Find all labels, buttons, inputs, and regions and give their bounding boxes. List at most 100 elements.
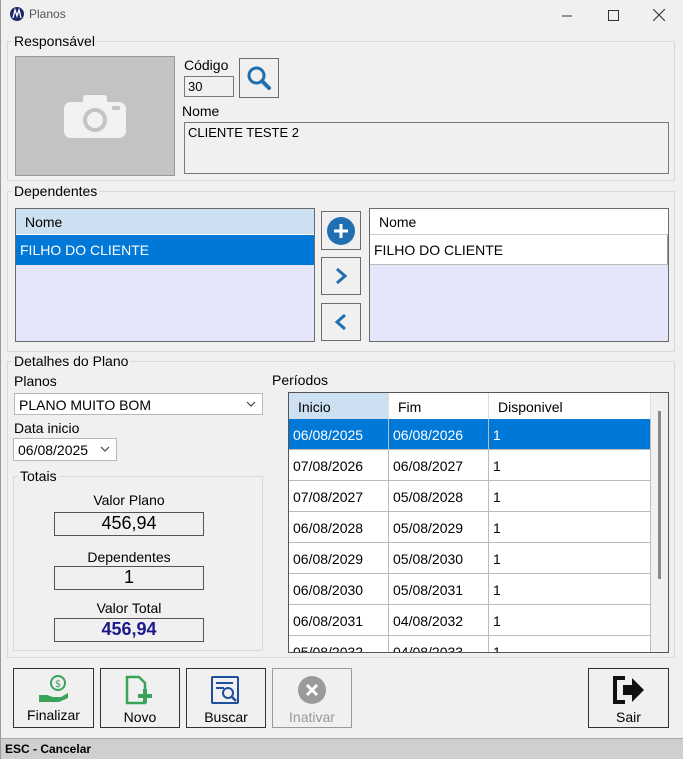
move-left-button[interactable] (321, 303, 361, 341)
list-item[interactable]: FILHO DO CLIENTE (370, 235, 668, 265)
column-header-disponivel[interactable]: Disponivel (489, 393, 651, 419)
valor-plano-label: Valor Plano (93, 492, 165, 508)
chevron-left-icon (334, 313, 346, 331)
move-right-button[interactable] (321, 257, 361, 295)
table-row[interactable]: 07/08/2026 06/08/2027 1 (289, 450, 651, 481)
inativar-button[interactable]: Inativar (272, 668, 352, 728)
money-hand-icon: $ (38, 675, 68, 702)
codigo-field[interactable]: 30 (184, 76, 234, 97)
responsavel-legend: Responsável (12, 33, 97, 49)
nome-label: Nome (182, 103, 220, 119)
finalizar-label: Finalizar (27, 707, 80, 723)
inativar-label: Inativar (289, 709, 335, 725)
chevron-down-icon (100, 446, 110, 452)
codigo-label: Código (184, 57, 229, 73)
close-button[interactable] (636, 0, 682, 30)
cell-inicio[interactable]: 06/08/2031 (289, 605, 389, 636)
list-header[interactable]: Nome (370, 209, 668, 235)
app-logo-icon (10, 7, 24, 21)
cell-inicio[interactable]: 06/08/2030 (289, 574, 389, 605)
planos-select[interactable]: PLANO MUITO BOM (14, 393, 263, 415)
table-row[interactable]: 06/08/2028 05/08/2029 1 (289, 512, 651, 543)
grid-header: Inicio Fim Disponivel (289, 393, 651, 419)
cell-fim[interactable]: 04/08/2033 (389, 636, 489, 652)
cell-inicio[interactable]: 06/08/2025 (289, 419, 389, 450)
totais-legend: Totais (18, 468, 59, 484)
cell-inicio[interactable]: 07/08/2026 (289, 450, 389, 481)
table-row[interactable]: 06/08/2031 04/08/2032 1 (289, 605, 651, 636)
cell-inicio[interactable]: 05/08/2032 (289, 636, 389, 652)
table-row[interactable]: 07/08/2027 05/08/2028 1 (289, 481, 651, 512)
status-bar: ESC - Cancelar (1, 738, 683, 759)
cell-inicio[interactable]: 06/08/2029 (289, 543, 389, 574)
periodos-grid[interactable]: Inicio Fim Disponivel 06/08/2025 06/08/20… (288, 392, 669, 653)
exit-icon (612, 676, 644, 704)
cell-fim[interactable]: 04/08/2032 (389, 605, 489, 636)
cell-fim[interactable]: 05/08/2028 (389, 481, 489, 512)
add-dependent-button[interactable] (321, 211, 361, 250)
column-header-inicio[interactable]: Inicio (289, 393, 389, 419)
close-icon (653, 9, 665, 21)
data-inicio-value: 06/08/2025 (18, 442, 89, 458)
photo-placeholder[interactable] (15, 56, 175, 176)
dependentes-count-value: 1 (54, 566, 204, 590)
finalizar-button[interactable]: $ Finalizar (13, 668, 94, 728)
selected-dependents-list[interactable]: Nome FILHO DO CLIENTE (369, 208, 669, 342)
table-row[interactable]: 06/08/2025 06/08/2026 1 (289, 419, 651, 450)
list-item[interactable]: FILHO DO CLIENTE (16, 235, 314, 265)
planos-selected-value: PLANO MUITO BOM (19, 397, 151, 413)
sair-label: Sair (616, 709, 641, 725)
cell-disponivel[interactable]: 1 (489, 419, 651, 450)
planos-label: Planos (14, 373, 57, 389)
cell-disponivel[interactable]: 1 (489, 605, 651, 636)
column-header-fim[interactable]: Fim (389, 393, 489, 419)
cell-inicio[interactable]: 06/08/2028 (289, 512, 389, 543)
cell-disponivel[interactable]: 1 (489, 636, 651, 652)
minimize-icon (561, 15, 572, 16)
sair-button[interactable]: Sair (588, 668, 669, 728)
cell-disponivel[interactable]: 1 (489, 543, 651, 574)
planos-window: Planos Responsável Código 30 Nome CLIENT… (0, 0, 683, 759)
cell-fim[interactable]: 05/08/2031 (389, 574, 489, 605)
maximize-button[interactable] (590, 0, 636, 30)
dependentes-count-label: Dependentes (87, 549, 171, 565)
periodos-label: Períodos (272, 372, 329, 388)
cell-disponivel[interactable]: 1 (489, 481, 651, 512)
table-row[interactable]: 06/08/2030 05/08/2031 1 (289, 574, 651, 605)
novo-button[interactable]: Novo (100, 668, 180, 728)
cell-inicio[interactable]: 07/08/2027 (289, 481, 389, 512)
nome-field[interactable]: CLIENTE TESTE 2 (184, 122, 669, 174)
cell-disponivel[interactable]: 1 (489, 450, 651, 481)
dependentes-legend: Dependentes (12, 183, 100, 199)
new-document-icon (125, 675, 152, 705)
chevron-down-icon (246, 401, 256, 407)
cell-fim[interactable]: 05/08/2029 (389, 512, 489, 543)
minimize-button[interactable] (544, 0, 590, 30)
search-icon (247, 66, 271, 90)
grid-scrollbar[interactable] (651, 393, 668, 652)
cell-fim[interactable]: 06/08/2027 (389, 450, 489, 481)
buscar-label: Buscar (204, 709, 248, 725)
maximize-icon (607, 9, 619, 21)
cancel-circle-icon (298, 676, 326, 704)
cell-disponivel[interactable]: 1 (489, 574, 651, 605)
cell-fim[interactable]: 06/08/2026 (389, 419, 489, 450)
valor-total-value: 456,94 (54, 618, 204, 642)
search-codigo-button[interactable] (239, 58, 279, 98)
available-dependents-list[interactable]: Nome FILHO DO CLIENTE (15, 208, 315, 342)
data-inicio-picker[interactable]: 06/08/2025 (13, 438, 117, 461)
scrollbar-thumb[interactable] (658, 411, 661, 579)
list-header[interactable]: Nome (16, 209, 314, 235)
table-row[interactable]: 05/08/2032 04/08/2033 1 (289, 636, 651, 652)
title-bar: Planos (1, 0, 683, 30)
chevron-right-icon (336, 267, 348, 285)
buscar-button[interactable]: Buscar (186, 668, 266, 728)
detalhes-legend: Detalhes do Plano (12, 353, 131, 369)
valor-total-label: Valor Total (96, 600, 162, 616)
cell-fim[interactable]: 05/08/2030 (389, 543, 489, 574)
plus-circle-icon (327, 216, 355, 245)
table-row[interactable]: 06/08/2029 05/08/2030 1 (289, 543, 651, 574)
svg-text:$: $ (54, 679, 60, 690)
valor-plano-value: 456,94 (54, 512, 204, 536)
cell-disponivel[interactable]: 1 (489, 512, 651, 543)
